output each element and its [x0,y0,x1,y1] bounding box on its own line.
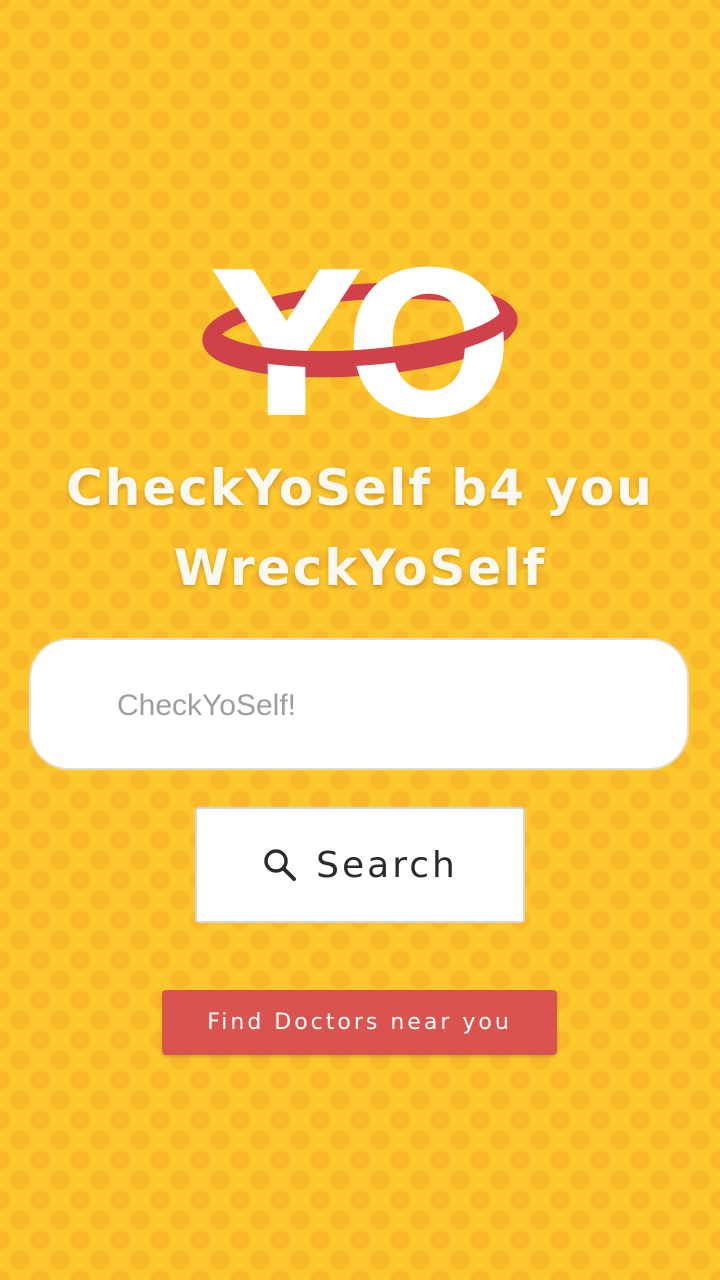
tagline: CheckYoSelf b4 you WreckYoSelf [40,448,680,608]
search-button-label: Search [316,844,458,886]
search-input[interactable] [117,682,657,730]
tagline-line-1: CheckYoSelf b4 you [66,459,654,517]
find-doctors-button[interactable]: Find Doctors near you [162,990,557,1055]
app-logo: YO [200,230,520,463]
app-screen: YO CheckYoSelf b4 you WreckYoSelf Search… [0,0,720,1280]
find-doctors-label: Find Doctors near you [207,1010,512,1035]
tagline-line-2: WreckYoSelf [173,539,547,597]
search-icon [262,847,298,883]
search-button[interactable]: Search [195,807,525,923]
search-box[interactable] [29,638,689,770]
